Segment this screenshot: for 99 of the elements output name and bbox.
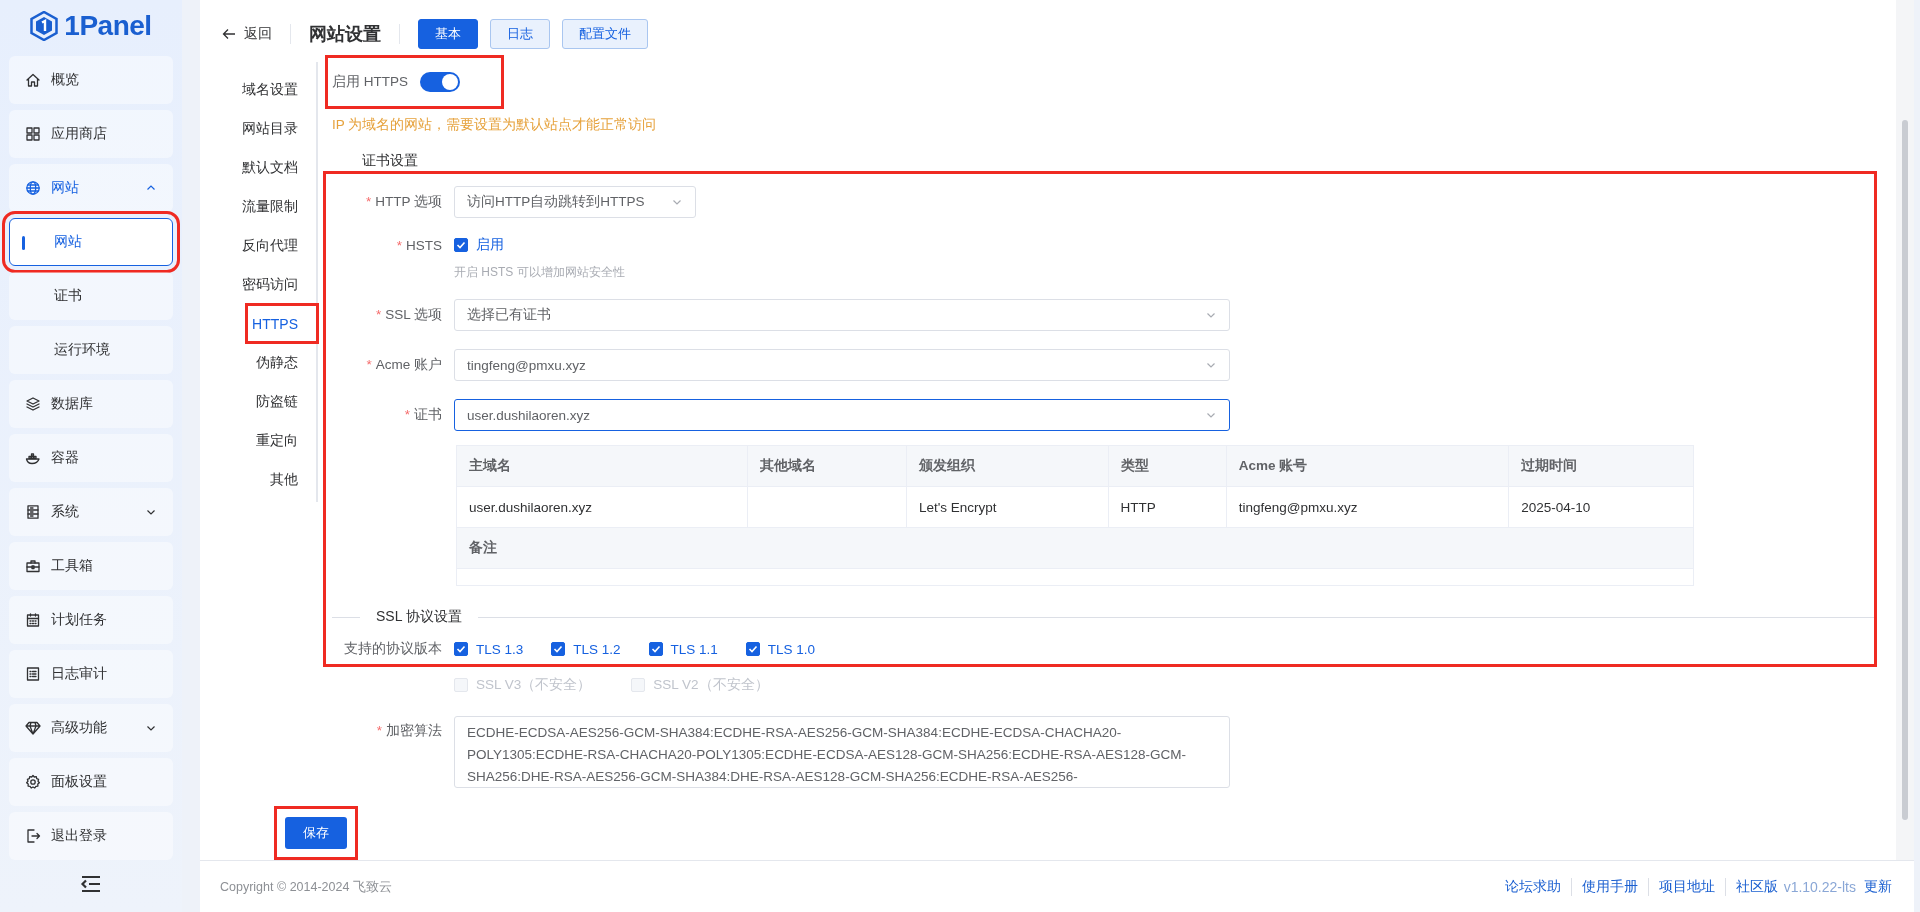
- checkmark-icon: [456, 240, 466, 250]
- table-cell: user.dushilaoren.xyz: [456, 486, 748, 528]
- sidebar-item[interactable]: 计划任务: [9, 596, 173, 644]
- sidebar-item[interactable]: 日志审计: [9, 650, 173, 698]
- checkmark-icon: [456, 644, 466, 654]
- checkbox[interactable]: [454, 642, 468, 656]
- column-header: 颁发组织: [906, 445, 1108, 487]
- settings-menu-item[interactable]: 防盗链: [250, 382, 318, 421]
- sidebar-item[interactable]: 面板设置: [9, 758, 173, 806]
- column-header: Acme 账号: [1226, 445, 1509, 487]
- diamond-icon: [25, 720, 41, 736]
- settings-menu-item[interactable]: 其他: [264, 460, 318, 499]
- select-field[interactable]: 选择已有证书: [454, 299, 1230, 331]
- hexagon-logo-icon: [30, 11, 59, 41]
- field-label: * 加密算法: [375, 722, 442, 740]
- table-cell: 2025-04-10: [1508, 486, 1694, 528]
- checkbox-option[interactable]: 启用: [454, 236, 504, 254]
- calendar-icon: [25, 612, 41, 628]
- checkbox-option[interactable]: TLS 1.2: [551, 641, 621, 657]
- arrow-left-icon: [222, 27, 236, 41]
- field-label: 支持的协议版本: [343, 640, 442, 658]
- checkbox[interactable]: [648, 642, 663, 656]
- section-title: SSL 协议设置: [376, 608, 462, 626]
- checkbox-option[interactable]: TLS 1.3: [454, 641, 524, 657]
- save-button[interactable]: 保存: [285, 817, 347, 849]
- settings-menu-item[interactable]: 流量限制: [236, 187, 318, 226]
- table-cell: Let's Encrypt: [906, 486, 1108, 528]
- field-label: * SSL 选项: [374, 306, 442, 324]
- checkbox-option[interactable]: TLS 1.1: [648, 641, 718, 657]
- checkmark-icon: [747, 644, 758, 654]
- column-header: 其他域名: [747, 445, 907, 487]
- logout-icon: [25, 828, 41, 844]
- footer-link[interactable]: 项目地址: [1648, 878, 1726, 896]
- field-label: * Acme 账户: [365, 356, 442, 374]
- copyright-text: Copyright © 2014-2024 飞致云: [220, 878, 393, 896]
- tab[interactable]: 配置文件: [562, 19, 648, 49]
- grid-icon: [25, 126, 41, 142]
- select-field[interactable]: user.dushilaoren.xyz: [454, 399, 1230, 431]
- sidebar-item[interactable]: 概览: [9, 56, 173, 104]
- sidebar-item[interactable]: 应用商店: [9, 110, 173, 158]
- toolbox-icon: [25, 558, 41, 574]
- settings-menu-item[interactable]: 默认文档: [236, 148, 318, 187]
- settings-menu-item[interactable]: 重定向: [250, 421, 318, 460]
- column-header: 过期时间: [1508, 445, 1694, 487]
- column-header: 主域名: [456, 445, 748, 487]
- globe-icon: [25, 180, 41, 196]
- hint-text: 开启 HSTS 可以增加网站安全性: [454, 264, 626, 281]
- server-icon: [25, 504, 41, 520]
- sidebar-subitem[interactable]: 运行环境: [9, 326, 173, 374]
- logo-text: 1Panel: [64, 10, 152, 42]
- footer-link[interactable]: 使用手册: [1571, 878, 1649, 896]
- sidebar-item[interactable]: 高级功能: [9, 704, 173, 752]
- sidebar-item[interactable]: 退出登录: [9, 812, 173, 860]
- checkbox[interactable]: [551, 642, 566, 656]
- tab[interactable]: 基本: [418, 19, 478, 49]
- settings-menu-item[interactable]: 反向代理: [236, 226, 318, 265]
- column-header: 备注: [456, 527, 1694, 569]
- field-label: * 证书: [403, 406, 442, 424]
- cipher-textarea[interactable]: ECDHE-ECDSA-AES256-GCM-SHA384:ECDHE-RSA-AES256-GCM-SHA384:ECDHE-ECDSA-CHACHA20-POLY1305:ECDHE-RSA-CHACHA20-POLY1305:ECDHE-ECDSA-AES128-GCM-SHA256:ECDHE-RSA-AES128-GCM-SHA256:DHE-RSA-AES256-GCM-SHA384:DHE-RSA-AES128-GCM-SHA256:ECDHE-RSA-AES256-: [454, 716, 1230, 788]
- toggle-switch[interactable]: [420, 72, 460, 92]
- section-title: 证书设置: [362, 152, 419, 170]
- sidebar-item[interactable]: 工具箱: [9, 542, 173, 590]
- table-cell: tingfeng@pmxu.xyz: [1226, 486, 1509, 528]
- select-field[interactable]: tingfeng@pmxu.xyz: [454, 349, 1230, 381]
- back-link[interactable]: 返回: [222, 25, 272, 43]
- layers-icon: [25, 396, 41, 412]
- settings-menu-item[interactable]: HTTPS: [246, 304, 318, 343]
- column-header: 类型: [1108, 445, 1227, 487]
- sidebar-item[interactable]: 网站: [9, 164, 173, 212]
- document-list-icon: [25, 666, 41, 682]
- page-title: 网站设置: [309, 23, 381, 46]
- settings-icon: [25, 774, 41, 790]
- field-label: 启用 HTTPS: [332, 73, 408, 91]
- select-field[interactable]: 访问HTTP自动跳转到HTTPS: [454, 186, 696, 218]
- update-link[interactable]: 更新: [1864, 878, 1892, 896]
- warning-text: IP 为域名的网站，需要设置为默认站点才能正常访问: [332, 116, 658, 134]
- field-label: * HTTP 选项: [364, 193, 442, 211]
- collapse-menu-icon[interactable]: [80, 875, 102, 893]
- settings-menu-item[interactable]: 伪静态: [250, 343, 318, 382]
- table-cell: HTTP: [1108, 486, 1227, 528]
- scrollbar[interactable]: [1896, 0, 1914, 860]
- home-icon: [25, 72, 41, 88]
- sidebar-subitem[interactable]: 证书: [9, 272, 173, 320]
- sidebar-item[interactable]: 容器: [9, 434, 173, 482]
- settings-menu-item[interactable]: 网站目录: [236, 109, 318, 148]
- checkmark-icon: [650, 644, 661, 654]
- edition-link[interactable]: 社区版: [1725, 878, 1784, 896]
- settings-menu-item[interactable]: 域名设置: [236, 70, 318, 109]
- field-label: * HSTS: [395, 237, 442, 253]
- checkbox[interactable]: [454, 238, 468, 252]
- checkbox[interactable]: [745, 642, 760, 656]
- checkbox-option[interactable]: TLS 1.0: [745, 641, 816, 657]
- tab[interactable]: 日志: [490, 19, 550, 49]
- sidebar-item[interactable]: 数据库: [9, 380, 173, 428]
- checkmark-icon: [553, 644, 564, 654]
- settings-menu-item[interactable]: 密码访问: [236, 265, 318, 304]
- sidebar-item[interactable]: 系统: [9, 488, 173, 536]
- footer-link[interactable]: 论坛求助: [1494, 878, 1572, 896]
- version-text: v1.10.22-lts: [1783, 879, 1856, 895]
